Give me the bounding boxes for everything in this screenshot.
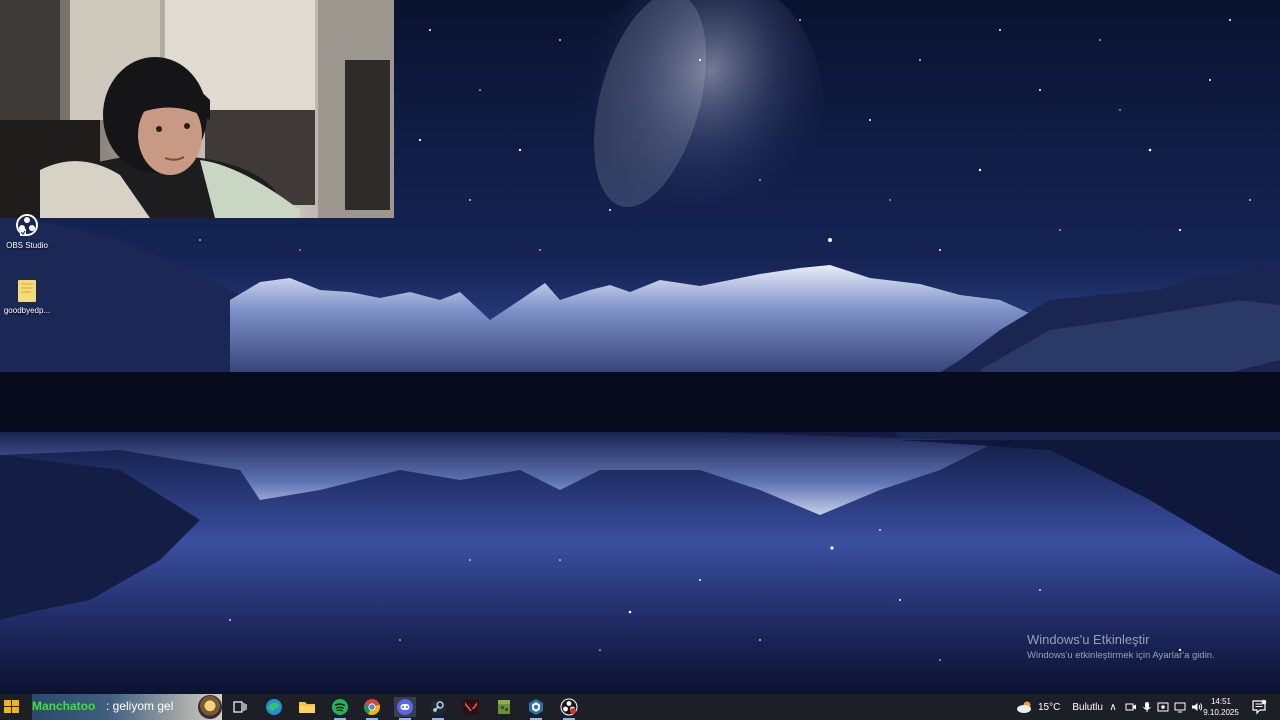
taskbar-spotify[interactable] xyxy=(329,697,351,720)
app-icon xyxy=(529,699,543,715)
activation-title: Windows'u Etkinleştir xyxy=(1027,632,1150,647)
chrome-icon xyxy=(363,699,380,716)
webcam-tray-icon[interactable] xyxy=(1125,701,1137,713)
windows-activation-watermark: Windows'u Etkinleştir Windows'u etkinleş… xyxy=(1027,632,1215,661)
cloudy-weather-icon xyxy=(1017,701,1031,713)
desktop-icon-goodbyedp[interactable]: goodbyedp... xyxy=(0,278,54,315)
taskbar: Manchatoo : geliyom gel 15°C Bulutlu ∧ 1… xyxy=(0,694,1280,720)
clock-time: 14:51 xyxy=(1210,697,1232,706)
show-hidden-icons-chevron-up-icon[interactable]: ∧ xyxy=(1106,702,1120,713)
webcam-image xyxy=(0,0,394,218)
minecraft-icon xyxy=(498,700,510,714)
taskbar-task-view[interactable] xyxy=(229,697,251,717)
taskbar-edge[interactable] xyxy=(263,697,285,717)
weather-condition: Bulutlu xyxy=(1072,701,1103,713)
chat-avatar xyxy=(198,695,222,719)
taskbar-obs[interactable] xyxy=(558,697,580,720)
notification-icon xyxy=(1252,699,1267,715)
spotify-icon xyxy=(332,699,348,715)
chat-message: : geliyom gel xyxy=(106,699,174,713)
discord-icon xyxy=(397,699,413,715)
chat-username: Manchatoo xyxy=(32,699,96,713)
taskbar-minecraft[interactable] xyxy=(493,697,515,717)
taskbar-chrome[interactable] xyxy=(361,697,383,720)
taskbar-weather[interactable]: 15°C Bulutlu xyxy=(1016,694,1103,720)
valorant-icon xyxy=(463,699,479,715)
folder-icon xyxy=(299,702,315,713)
screen-capture-icon[interactable] xyxy=(1157,701,1169,713)
folder-icon xyxy=(12,278,42,304)
task-view-icon xyxy=(233,701,247,713)
stream-chat-overlay: Manchatoo : geliyom gel xyxy=(32,694,222,720)
webcam-feed xyxy=(0,0,394,218)
activation-subtitle: Windows'u etkinleştirmek için Ayarlar'a … xyxy=(1027,650,1215,661)
taskbar-clock[interactable]: 14:51 9.10.2025 xyxy=(1198,696,1244,718)
windows-icon xyxy=(4,700,19,713)
desktop-icon-obs-studio[interactable]: OBS Studio xyxy=(0,213,54,250)
desktop-icon-label: OBS Studio xyxy=(6,241,48,250)
taskbar-app[interactable] xyxy=(525,697,547,720)
system-tray: ∧ xyxy=(1106,694,1203,720)
weather-temperature: 15°C xyxy=(1038,701,1061,713)
clock-date: 9.10.2025 xyxy=(1203,708,1239,717)
start-button[interactable] xyxy=(4,700,19,714)
obs-studio-icon xyxy=(12,213,42,239)
taskbar-file-explorer[interactable] xyxy=(296,697,318,717)
steam-icon xyxy=(430,699,446,715)
edge-icon xyxy=(266,699,282,715)
obs-icon xyxy=(560,698,578,716)
taskbar-discord[interactable] xyxy=(394,697,416,720)
taskbar-valorant[interactable] xyxy=(460,697,482,717)
microphone-icon[interactable] xyxy=(1142,701,1152,713)
network-icon[interactable] xyxy=(1174,701,1186,713)
taskbar-steam[interactable] xyxy=(427,697,449,720)
notification-center-button[interactable] xyxy=(1251,699,1267,715)
desktop-icon-label: goodbyedp... xyxy=(3,306,51,315)
